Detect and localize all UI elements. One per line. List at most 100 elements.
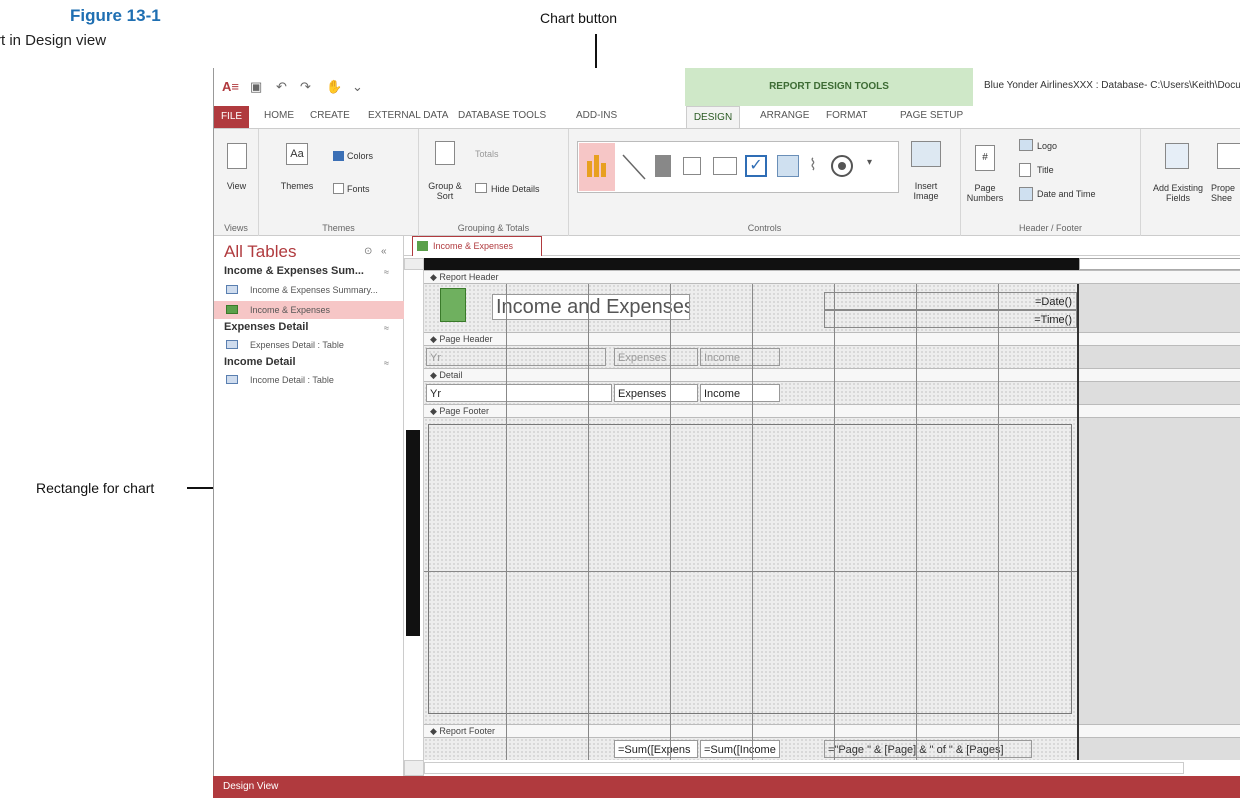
view-button[interactable]: View [214,181,259,191]
touch-mode-icon[interactable]: ✋ [326,79,342,95]
tools-group: Add Existing Fields Prope Shee [1141,129,1240,237]
section-collapse-icon[interactable]: ≈ [384,358,389,368]
line-control-icon[interactable] [621,153,647,181]
tab-home[interactable]: HOME [264,110,294,121]
themes-group: Aa Themes Colors Fonts Themes [259,129,419,237]
tab-page-setup[interactable]: PAGE SETUP [900,110,963,121]
nav-title[interactable]: All Tables [224,242,296,262]
section-collapse-icon[interactable]: ≈ [384,267,389,277]
horizontal-scrollbar[interactable] [424,762,1184,774]
colors-icon [333,151,344,161]
hide-details-button[interactable]: Hide Details [491,184,540,194]
logo-icon [1019,139,1033,151]
nav-section-expenses[interactable]: Expenses Detail [224,321,308,333]
table-icon [226,340,238,349]
image-control-icon[interactable] [777,155,799,177]
property-sheet-button[interactable]: Prope Shee [1211,183,1240,203]
controls-group: ✓ ⌇ ▾ Insert Image Controls [569,129,961,237]
expenses-textbox[interactable]: Expenses [614,384,698,402]
report-icon [417,241,428,251]
hide-details-icon [475,183,487,193]
section-collapse-icon[interactable]: ≈ [384,323,389,333]
grouping-totals-group: Group & Sort Totals Hide Details Groupin… [419,129,569,237]
tab-create[interactable]: CREATE [310,110,350,121]
time-textbox[interactable]: =Time() [824,310,1077,328]
views-group: View Views [214,129,259,237]
tab-format[interactable]: FORMAT [826,110,867,121]
view-icon [227,143,247,169]
nav-section-summary[interactable]: Income & Expenses Sum... [224,265,364,277]
navigation-pane: All Tables ⊙ « Income & Expenses Sum... … [214,236,404,798]
report-icon [226,305,238,314]
page-numbers-button[interactable]: Page Numbers [965,183,1005,203]
report-design-surface: Income & Expenses ◆ Report Header Income… [404,236,1240,776]
yr-textbox[interactable]: Yr [426,384,612,402]
date-time-button[interactable]: Date and Time [1037,189,1096,199]
section-detail[interactable]: ◆ Detail [424,368,1240,382]
report-selector[interactable] [404,258,424,270]
section-report-header[interactable]: ◆ Report Header [424,270,1240,284]
controls-more-icon[interactable]: ▾ [867,157,872,168]
window-title: Blue Yonder AirlinesXXX : Database- C:\U… [984,80,1240,91]
income-textbox[interactable]: Income [700,384,780,402]
tab-file[interactable]: FILE [214,106,249,128]
access-logo-icon: A≡ [222,79,239,94]
option-button-icon[interactable] [831,155,853,177]
tab-external-data[interactable]: EXTERNAL DATA [368,110,448,121]
income-label[interactable]: Income [700,348,780,366]
nav-item-income-expenses[interactable]: Income & Expenses [214,301,404,319]
attachment-icon[interactable]: ⌇ [809,155,817,175]
tab-add-ins[interactable]: ADD-INS [576,110,617,121]
report-title-label[interactable]: Income and Expenses [492,294,690,320]
property-sheet-icon [1217,143,1240,169]
fonts-button[interactable]: Fonts [347,184,370,194]
chart-button[interactable] [579,143,615,191]
yr-label[interactable]: Yr [426,348,606,366]
grouping-group-label: Grouping & Totals [457,223,530,233]
tab-database-tools[interactable]: DATABASE TOOLS [458,110,546,121]
date-textbox[interactable]: =Date() [824,292,1077,310]
nav-section-income[interactable]: Income Detail [224,356,296,368]
group-sort-button[interactable]: Group & Sort [427,181,463,201]
insert-image-button[interactable]: Insert Image [901,181,951,201]
page-number-textbox[interactable]: ="Page " & [Page] & " of " & [Pages] [824,740,1032,758]
page-break-icon[interactable] [655,155,671,177]
undo-icon[interactable]: ↶ [276,79,287,95]
logo-button[interactable]: Logo [1037,141,1057,151]
sum-expenses-textbox[interactable]: =Sum([Expens [614,740,698,758]
expenses-label[interactable]: Expenses [614,348,698,366]
redo-icon[interactable]: ↷ [300,79,311,95]
add-existing-fields-button[interactable]: Add Existing Fields [1149,183,1207,203]
customize-qat-icon[interactable]: ⌄ [352,79,363,95]
colors-button[interactable]: Colors [347,151,373,161]
nav-item-income-table[interactable]: Income Detail : Table [214,371,404,389]
date-time-icon [1019,187,1033,201]
totals-button[interactable]: Totals [475,149,499,159]
tab-design[interactable]: DESIGN [686,106,740,129]
nav-item-summary[interactable]: Income & Expenses Summary... [214,281,404,299]
scroll-left-icon[interactable] [404,760,424,776]
nav-item-expenses-table[interactable]: Expenses Detail : Table [214,336,404,354]
chart-rectangle[interactable] [428,424,1072,714]
vertical-ruler-selection [406,430,420,636]
section-page-header[interactable]: ◆ Page Header [424,332,1240,346]
checkbox-control-icon[interactable]: ✓ [745,155,767,177]
document-tab[interactable]: Income & Expenses [412,236,542,256]
table-icon [226,285,238,294]
sum-income-textbox[interactable]: =Sum([Income [700,740,780,758]
insert-image-icon [911,141,941,167]
tab-arrange[interactable]: ARRANGE [760,110,809,121]
save-icon[interactable]: ▣ [250,79,262,95]
nav-menu-icon[interactable]: ⊙ [364,246,372,257]
title-button[interactable]: Title [1037,165,1054,175]
rectangle-control-icon[interactable] [713,157,737,175]
tab-control-icon[interactable] [683,157,701,175]
page-numbers-icon: # [975,145,995,171]
views-group-label: Views [224,223,248,233]
horizontal-ruler [424,258,1240,270]
report-logo[interactable] [440,288,466,322]
nav-collapse-icon[interactable]: « [381,246,387,257]
themes-button[interactable]: Themes [277,181,317,191]
section-report-footer[interactable]: ◆ Report Footer [424,724,1240,738]
section-page-footer[interactable]: ◆ Page Footer [424,404,1240,418]
